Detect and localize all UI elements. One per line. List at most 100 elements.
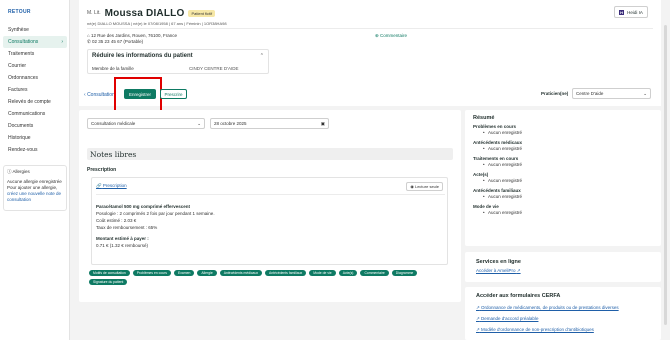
prescription-link[interactable]: 🔗 Prescription — [96, 183, 127, 189]
cerfa-link-ordonnance[interactable]: ↗ Ordonnance de médicaments, de produits… — [476, 302, 658, 313]
reduce-info-panel: Réduire les informations du patient ⌃ Me… — [87, 49, 269, 74]
external-link-icon: ↗ — [476, 305, 480, 310]
chip-diagramme[interactable]: Diagramme — [391, 270, 418, 276]
chip-antecedents-medicaux[interactable]: Antécédents médicaux — [219, 270, 263, 276]
external-link-icon: ↗ — [476, 327, 480, 332]
summary-title: Résumé — [473, 115, 495, 121]
patient-contact: ⌂ 12 Rue des Jardins, Rouen, 76100, Fran… — [87, 33, 177, 45]
phone-icon: ✆ — [87, 39, 91, 44]
estimated-cost: Coût estimé : 2.03 € — [96, 218, 137, 223]
comment-link[interactable]: ⊕ Commentaire — [375, 33, 407, 39]
create-consultation-note-link[interactable]: créez une nouvelle note de consultation — [7, 191, 63, 203]
chip-actes[interactable]: Acte(s) — [338, 270, 358, 276]
heidi-label: Heidi IA — [627, 9, 643, 15]
prescription-section-title: Prescription — [87, 167, 117, 173]
save-button[interactable]: Enregistrer — [124, 89, 156, 99]
sidebar-item-rendez-vous[interactable]: Rendez-vous — [3, 144, 67, 156]
summary-section: Problèmes en cours Aucun enregistré — [473, 124, 653, 136]
chevron-left-icon: ‹ — [84, 92, 86, 98]
summary-item: Aucun enregistré — [473, 178, 653, 184]
cerfa-link-antibiotiques[interactable]: ↗ Modèle d'ordonnance de non-prescriptio… — [476, 324, 658, 335]
allergies-panel: ⓘ Allergies Aucune allergie enregistrée … — [3, 165, 67, 211]
sidebar-item-ordonnances[interactable]: Ordonnances — [3, 72, 67, 84]
chevron-down-icon: ⌄ — [197, 121, 201, 126]
chevron-right-icon: › — [61, 39, 63, 45]
sidebar-item-factures[interactable]: Factures — [3, 84, 67, 96]
external-link-icon: ↗ — [516, 268, 521, 273]
sidebar: RETOUR Synthèse Consultations › Traiteme… — [0, 0, 70, 340]
scrollbar[interactable] — [664, 25, 667, 325]
chevron-up-icon[interactable]: ⌃ — [260, 53, 264, 59]
online-services-title: Services en ligne — [476, 259, 521, 265]
notes-header: Notes libres — [87, 148, 453, 160]
sidebar-item-releves[interactable]: Relevés de compte — [3, 96, 67, 108]
summary-item: Aucun enregistré — [473, 146, 653, 152]
prescription-card: 🔗 Prescription ◉ Lecture seule Paracétam… — [91, 177, 448, 265]
sidebar-item-traitements[interactable]: Traitements — [3, 48, 67, 60]
notes-title: Notes libres — [90, 150, 137, 159]
sidebar-item-synthese[interactable]: Synthèse — [3, 24, 67, 36]
chip-signature[interactable]: Signature du patient — [89, 279, 128, 285]
allergies-title: Allergies — [12, 169, 30, 174]
sidebar-item-documents[interactable]: Documents — [3, 120, 67, 132]
status-badge: Patient fictif — [188, 9, 216, 17]
summary-item: Aucun enregistré — [473, 194, 653, 200]
summary-section: Antécédents médicaux Aucun enregistré — [473, 140, 653, 152]
back-link[interactable]: RETOUR — [8, 9, 31, 15]
drug-name: Paracétamol 500 mg comprimé effervescent — [96, 204, 191, 209]
cerfa-card: Accéder aux formulaires CERFA ↗ Ordonnan… — [465, 287, 661, 340]
heidi-ai-button[interactable]: H Heidi IA — [614, 6, 648, 18]
home-icon: ⌂ — [87, 33, 90, 38]
patient-civility: M. Lit. — [87, 10, 101, 16]
chip-problemes[interactable]: Problèmes en cours — [132, 270, 171, 276]
sidebar-nav: Synthèse Consultations › Traitements Cou… — [3, 24, 67, 156]
sidebar-item-courrier[interactable]: Courrier — [3, 60, 67, 72]
sidebar-item-label: Consultations — [8, 39, 39, 45]
chip-allergie[interactable]: Allergie — [197, 270, 217, 276]
consultation-type-select[interactable]: Consultation médicale ⌄ — [87, 118, 205, 129]
consultation-back-link[interactable]: ‹ Consultation — [84, 92, 115, 98]
summary-card: Résumé Problèmes en cours Aucun enregist… — [465, 110, 661, 246]
section-chips: Motifs de consultation Problèmes en cour… — [89, 270, 455, 285]
cerfa-links: ↗ Ordonnance de médicaments, de produits… — [476, 302, 658, 335]
family-value: CINDY CENTRE D'AIDE — [189, 66, 239, 71]
consultation-date-field[interactable]: 28 octobre 2025 ▣ — [210, 118, 329, 129]
chip-examen[interactable]: Examen — [173, 270, 195, 276]
chip-mode-de-vie[interactable]: Mode de vie — [309, 270, 336, 276]
readonly-badge: ◉ Lecture seule — [406, 182, 443, 191]
prescription-body: Paracétamol 500 mg comprimé effervescent… — [96, 203, 436, 249]
chip-motifs[interactable]: Motifs de consultation — [89, 270, 130, 276]
link-icon: 🔗 — [96, 183, 102, 188]
online-services-card: Services en ligne Accéder à AmeliPro ↗ — [465, 252, 661, 282]
amount-value: 0.71 € (1.32 € remboursé) — [96, 243, 149, 248]
patient-address: 12 Rue des Jardins, Rouen, 76100, France — [90, 33, 178, 38]
sidebar-item-consultations[interactable]: Consultations › — [3, 36, 67, 48]
amount-label: Montant estimé à payer : — [96, 236, 149, 241]
action-toolbar: ‹ Consultation Enregistrer Prescrire Pra… — [79, 77, 661, 112]
external-link-icon: ↗ — [476, 316, 480, 321]
chip-antecedents-familiaux[interactable]: Antécédents familiaux — [265, 270, 307, 276]
summary-section: Mode de vie Aucun enregistré — [473, 204, 653, 216]
practitioner-select[interactable]: Centre D'aide ⌄ — [572, 88, 651, 99]
prescribe-button[interactable]: Prescrire — [160, 89, 187, 99]
heidi-logo-icon: H — [619, 9, 625, 15]
sidebar-item-communications[interactable]: Communications — [3, 108, 67, 120]
divider — [87, 28, 653, 29]
patient-header: M. Lit. Moussa DIALLO Patient fictif né(… — [79, 0, 661, 84]
sidebar-item-historique[interactable]: Historique — [3, 132, 67, 144]
practitioner-label: Praticien(ne) — [541, 91, 569, 96]
summary-item: Aucun enregistré — [473, 130, 653, 136]
info-icon: ⓘ — [7, 169, 12, 174]
consultation-card: Consultation médicale ⌄ 28 octobre 2025 … — [79, 110, 461, 302]
chip-commentaire[interactable]: Commentaire — [360, 270, 389, 276]
summary-item: Aucun enregistré — [473, 162, 653, 168]
patient-name: Moussa DIALLO — [104, 7, 185, 19]
summary-section: Antécédents familiaux Aucun enregistré — [473, 188, 653, 200]
summary-list: Problèmes en cours Aucun enregistré Anté… — [473, 124, 653, 220]
summary-section: Acte(s) Aucun enregistré — [473, 172, 653, 184]
calendar-icon[interactable]: ▣ — [321, 119, 325, 129]
summary-item: Aucun enregistré — [473, 210, 653, 216]
summary-section: Traitements en cours Aucun enregistré — [473, 156, 653, 168]
cerfa-link-accord[interactable]: ↗ Demande d'accord préalable — [476, 313, 658, 324]
amelipro-link[interactable]: Accéder à AmeliPro ↗ — [476, 268, 521, 274]
